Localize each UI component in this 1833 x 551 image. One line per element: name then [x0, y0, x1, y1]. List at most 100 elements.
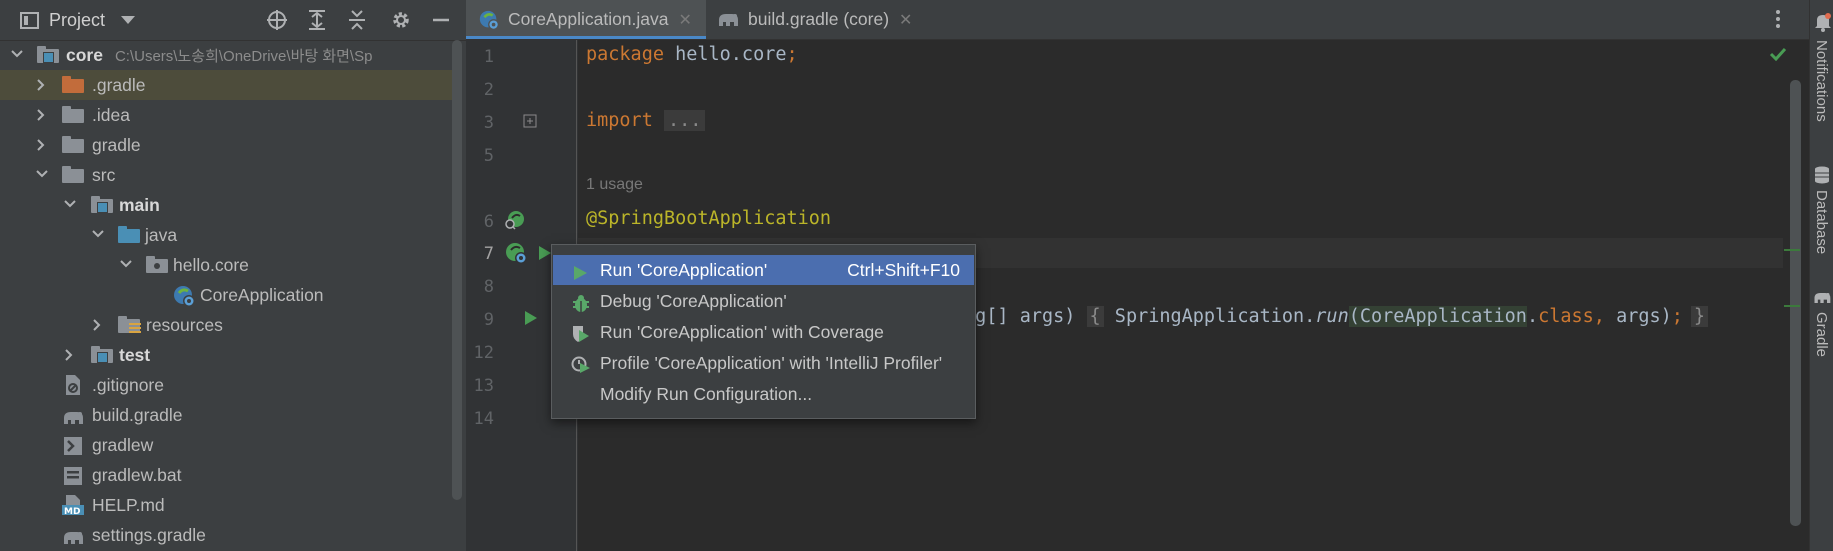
- profiler-icon: [571, 354, 591, 373]
- chevron-right-icon[interactable]: [35, 100, 49, 130]
- package-name: hello.core: [663, 44, 787, 65]
- close-icon[interactable]: ✕: [679, 10, 692, 30]
- tab-build-gradle[interactable]: build.gradle (core) ✕: [716, 0, 916, 39]
- bell-icon[interactable]: [1814, 12, 1832, 37]
- chevron-down-icon[interactable]: [35, 160, 49, 190]
- close-icon[interactable]: ✕: [899, 10, 912, 30]
- chevron-right-icon[interactable]: [35, 130, 49, 160]
- locate-icon[interactable]: [266, 9, 288, 31]
- tool-notifications[interactable]: Notifications: [1813, 40, 1830, 122]
- tree-item-label: java: [145, 225, 178, 245]
- folder-icon: [62, 136, 84, 154]
- tree-item-gradlew[interactable]: gradlew: [0, 430, 452, 460]
- tree-item-test[interactable]: test: [0, 340, 452, 370]
- tree-item-src[interactable]: src: [0, 160, 452, 190]
- project-tree: core C:\Users\노송희\OneDrive\바탕 화면\Sp .grad…: [0, 40, 452, 550]
- line-number: 6: [483, 212, 494, 232]
- tree-item-label: HELP.md: [92, 495, 165, 515]
- tree-item-gradlew-bat[interactable]: gradlew.bat: [0, 460, 452, 490]
- project-header: Project: [0, 0, 466, 41]
- project-tool-window: Project core C:\Users\노송희\OneDrive\바탕 화면…: [0, 0, 466, 551]
- run-gutter-icon[interactable]: [538, 245, 552, 266]
- folder-icon: [62, 166, 84, 184]
- database-icon[interactable]: [1814, 166, 1830, 189]
- folder-icon: [62, 76, 84, 94]
- chevron-down-icon[interactable]: [121, 16, 136, 24]
- editor-scrollbar[interactable]: [1790, 80, 1801, 526]
- tool-gradle[interactable]: Gradle: [1813, 312, 1830, 357]
- editor-tab-bar: CoreApplication.java ✕ build.gradle (cor…: [466, 0, 1809, 40]
- chevron-down-icon[interactable]: [63, 190, 77, 220]
- fold-icon[interactable]: [523, 113, 537, 133]
- menu-item-profile[interactable]: Profile 'CoreApplication' with 'IntelliJ…: [553, 348, 974, 378]
- tab-core-application[interactable]: CoreApplication.java ✕: [466, 0, 706, 39]
- tree-item-idea[interactable]: .idea: [0, 100, 452, 130]
- brace-close: }: [1690, 306, 1709, 327]
- code-line-import[interactable]: import ...: [586, 110, 706, 131]
- annotation: @SpringBootApplication: [586, 208, 832, 229]
- checkmark-icon[interactable]: [1769, 46, 1787, 66]
- method-signature: ng[] args): [964, 306, 1087, 327]
- tree-item-resources[interactable]: resources: [0, 310, 452, 340]
- tree-item-gradle[interactable]: gradle: [0, 130, 452, 160]
- line-number: 3: [483, 113, 494, 133]
- run-gutter-icon[interactable]: [524, 310, 538, 331]
- chevron-right-icon[interactable]: [63, 340, 77, 370]
- gear-icon[interactable]: [390, 9, 412, 31]
- expand-all-icon[interactable]: [306, 9, 328, 31]
- tree-item-settings-gradle[interactable]: settings.gradle: [0, 520, 452, 550]
- chevron-down-icon[interactable]: [119, 250, 133, 280]
- menu-item-run-coverage[interactable]: Run 'CoreApplication' with Coverage: [553, 317, 974, 347]
- chevron-right-icon[interactable]: [35, 70, 49, 100]
- more-options-icon[interactable]: [1775, 8, 1781, 30]
- tab-label: CoreApplication.java: [508, 9, 669, 29]
- gradle-elephant-icon: [716, 11, 740, 29]
- code-line-main[interactable]: ng[] args) { SpringApplication.run(CoreA…: [964, 306, 1709, 327]
- tree-item-help-md[interactable]: MD HELP.md: [0, 490, 452, 520]
- tree-item-core-application[interactable]: CoreApplication: [0, 280, 452, 310]
- run-icon: [571, 261, 591, 280]
- tree-item-label: gradlew: [92, 435, 154, 455]
- change-marker[interactable]: [1784, 305, 1800, 307]
- tree-item-label: .idea: [92, 105, 130, 125]
- tree-item-label: main: [119, 195, 160, 215]
- code-line-annotation[interactable]: @SpringBootApplication: [586, 208, 831, 229]
- folded-imports[interactable]: ...: [663, 110, 706, 131]
- tree-item-java[interactable]: java: [0, 220, 452, 250]
- tree-item-core[interactable]: core C:\Users\노송희\OneDrive\바탕 화면\Sp: [0, 40, 452, 70]
- gradle-elephant-icon[interactable]: [1812, 290, 1832, 311]
- tool-database[interactable]: Database: [1813, 190, 1830, 254]
- tree-item-gradle-cache[interactable]: .gradle: [0, 70, 452, 100]
- tree-item-build-gradle[interactable]: build.gradle: [0, 400, 452, 430]
- run-context-menu: Run 'CoreApplication' Ctrl+Shift+F10 Deb…: [551, 244, 976, 419]
- line-number: 7: [483, 244, 494, 264]
- resources-folder-icon: [118, 316, 141, 334]
- tree-item-gitignore[interactable]: .gitignore: [0, 370, 452, 400]
- batch-file-icon: [63, 465, 85, 485]
- chevron-right-icon[interactable]: [91, 310, 105, 340]
- spring-bean-gutter-icon[interactable]: [504, 209, 526, 236]
- menu-item-modify-run-config[interactable]: Modify Run Configuration...: [553, 379, 974, 409]
- tree-item-hello-core[interactable]: hello.core: [0, 250, 452, 280]
- chevron-down-icon[interactable]: [10, 40, 24, 70]
- usage-hint[interactable]: 1 usage: [586, 176, 643, 194]
- change-marker[interactable]: [1784, 249, 1800, 251]
- tree-item-main[interactable]: main: [0, 190, 452, 220]
- menu-item-run[interactable]: Run 'CoreApplication' Ctrl+Shift+F10: [553, 255, 974, 285]
- args: args): [1616, 306, 1672, 327]
- spring-boot-class-icon: [478, 9, 500, 31]
- minimize-icon[interactable]: [430, 9, 452, 31]
- spring-boot-gutter-icon[interactable]: [504, 241, 528, 270]
- menu-item-debug[interactable]: Debug 'CoreApplication': [553, 286, 974, 316]
- bug-icon: [571, 292, 591, 312]
- gitignore-file-icon: [63, 374, 85, 395]
- tree-item-label: .gradle: [92, 75, 146, 95]
- chevron-down-icon[interactable]: [91, 220, 105, 250]
- spring-boot-class-icon: [172, 284, 195, 307]
- project-view-selector[interactable]: Project: [20, 10, 136, 31]
- project-scrollbar[interactable]: [452, 40, 462, 500]
- project-path: C:\Users\노송희\OneDrive\바탕 화면\Sp: [114, 48, 373, 65]
- code-line-package[interactable]: package hello.core;: [586, 44, 798, 65]
- collapse-all-icon[interactable]: [346, 9, 368, 31]
- shell-script-icon: [63, 435, 85, 455]
